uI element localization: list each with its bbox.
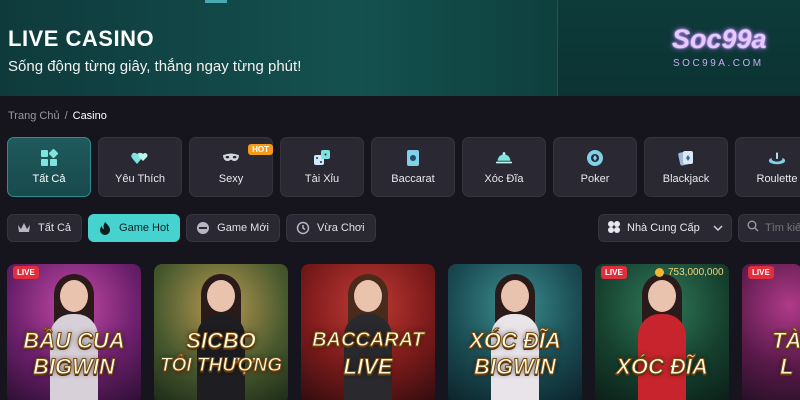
category-label: Poker	[580, 173, 610, 185]
live-badge: LIVE	[748, 266, 774, 279]
game-title-line2: BIGWIN	[33, 354, 116, 379]
provider-dropdown[interactable]: Nhà Cung Cấp	[598, 214, 732, 242]
cards-icon	[677, 149, 695, 167]
category-tab-sexy[interactable]: HOT Sexy	[189, 137, 273, 197]
filter-bar: Tất Cả Game Hot Game Mới Vừa Chơi	[7, 214, 376, 242]
brand-domain: SOC99A.COM	[673, 58, 764, 69]
game-card-partial[interactable]: LIVE TÀ L	[742, 264, 800, 400]
provider-label: Nhà Cung Cấp	[627, 222, 700, 234]
category-label: Sexy	[218, 173, 244, 185]
filter-game-hot[interactable]: Game Hot	[88, 214, 181, 242]
brand-logo[interactable]: Soc99a	[672, 24, 767, 55]
category-label: Tất Cả	[32, 173, 66, 185]
chip-icon	[586, 149, 604, 167]
game-title-line2: LIVE	[343, 354, 393, 379]
dice-icon	[313, 149, 331, 167]
chevron-down-icon	[713, 222, 723, 234]
game-card-baccarat[interactable]: BACCARAT LIVE	[301, 264, 435, 400]
card-icon	[404, 149, 422, 167]
category-tab-taixiu[interactable]: Tài Xỉu	[280, 137, 364, 197]
brand-panel: Soc99a SOC99A.COM	[557, 0, 800, 96]
provider-icon	[607, 220, 621, 237]
hot-badge: HOT	[248, 144, 273, 155]
game-title-line2: L	[779, 354, 794, 379]
category-label: Xóc Đĩa	[484, 173, 524, 185]
game-grid: LIVE BẦU CUA BIGWIN SICBO TỐI THƯỢNG BAC…	[7, 264, 800, 400]
game-title-line1: TÀ	[771, 328, 800, 353]
game-card-xoc-dia[interactable]: LIVE 753,000,000 XÓC ĐĨA	[595, 264, 729, 400]
fire-icon	[97, 220, 113, 236]
mask-icon	[222, 149, 240, 167]
filter-label: Game Hot	[119, 222, 170, 234]
category-tab-poker[interactable]: Poker	[553, 137, 637, 197]
game-title-line1: SICBO	[186, 328, 257, 353]
game-title-line1: BẦU CUA	[23, 328, 125, 353]
crown-icon	[16, 220, 32, 236]
filter-game-new[interactable]: Game Mới	[186, 214, 280, 242]
search-icon	[747, 219, 759, 237]
grid-icon	[40, 149, 58, 167]
jackpot-value: 753,000,000	[668, 267, 724, 278]
game-title-line1: XÓC ĐĨA	[469, 328, 562, 353]
jackpot-amount: 753,000,000	[655, 267, 724, 278]
category-tab-roulette[interactable]: Roulette	[735, 137, 800, 197]
category-tab-xocdia[interactable]: Xóc Đĩa	[462, 137, 546, 197]
filter-label: Vừa Chơi	[317, 222, 365, 234]
dealer-image	[632, 274, 692, 400]
page-title: LIVE CASINO	[8, 26, 155, 51]
game-title-line1: BACCARAT	[312, 329, 425, 351]
search-box	[738, 214, 800, 242]
game-title-line1: XÓC ĐĨA	[616, 354, 709, 379]
category-tabs: Tất Cả Yêu Thích HOT Sexy Tài Xỉu Baccar…	[7, 137, 800, 197]
clock-icon	[295, 220, 311, 236]
game-title-line2: TỐI THƯỢNG	[159, 355, 283, 376]
breadcrumb-home[interactable]: Trang Chủ	[8, 110, 60, 122]
filter-label: Game Mới	[217, 222, 269, 234]
filter-label: Tất Cả	[38, 222, 72, 234]
category-tab-baccarat[interactable]: Baccarat	[371, 137, 455, 197]
search-input[interactable]	[765, 222, 800, 234]
game-title-line2: BIGWIN	[474, 354, 557, 379]
hearts-icon	[131, 149, 149, 167]
game-card-sicbo[interactable]: SICBO TỐI THƯỢNG	[154, 264, 288, 400]
game-card-xoc-dia-bigwin[interactable]: XÓC ĐĨA BIGWIN	[448, 264, 582, 400]
filter-all[interactable]: Tất Cả	[7, 214, 83, 242]
category-label: Tài Xỉu	[304, 173, 340, 185]
category-label: Baccarat	[391, 173, 435, 185]
banner-indicator	[205, 0, 227, 3]
category-label: Roulette	[756, 173, 798, 185]
hero-banner: LIVE CASINO Sống động từng giây, thắng n…	[0, 0, 800, 96]
breadcrumb-separator: /	[64, 110, 68, 122]
breadcrumb-current: Casino	[72, 110, 107, 122]
category-label: Yêu Thích	[115, 173, 165, 185]
bell-dish-icon	[495, 149, 513, 167]
category-tab-favorites[interactable]: Yêu Thích	[98, 137, 182, 197]
coin-icon	[655, 268, 664, 277]
game-card-bau-cua[interactable]: LIVE BẦU CUA BIGWIN	[7, 264, 141, 400]
page-subtitle: Sống động từng giây, thắng ngay từng phú…	[8, 58, 302, 75]
live-badge: LIVE	[13, 266, 39, 279]
breadcrumb: Trang Chủ / Casino	[8, 110, 107, 122]
roulette-icon	[768, 149, 786, 167]
filter-recent[interactable]: Vừa Chơi	[286, 214, 376, 242]
category-tab-blackjack[interactable]: Blackjack	[644, 137, 728, 197]
live-badge: LIVE	[601, 266, 627, 279]
category-tab-all[interactable]: Tất Cả	[7, 137, 91, 197]
new-icon	[195, 220, 211, 236]
category-label: Blackjack	[662, 173, 710, 185]
